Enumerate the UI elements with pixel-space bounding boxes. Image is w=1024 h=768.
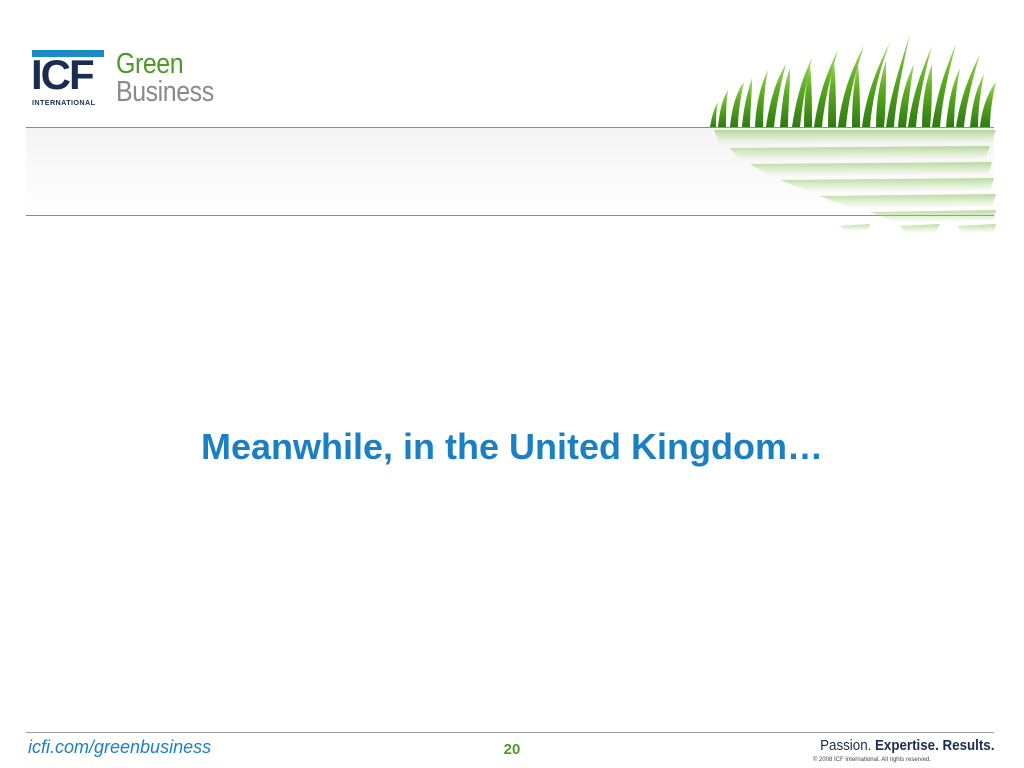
- logo-icf-text: ICF: [31, 51, 95, 98]
- grass-image: [710, 34, 996, 233]
- grass-reflection: [714, 130, 996, 233]
- logo-international-text: INTERNATIONAL: [32, 98, 96, 107]
- copyright-notice: © 2008 ICF International. All rights res…: [812, 757, 931, 763]
- tagline-passion: Passion.: [819, 738, 871, 754]
- footer-divider: [26, 732, 994, 733]
- logo-word-business: Business: [116, 76, 214, 108]
- footer-tagline: Passion. Expertise. Results.: [820, 738, 994, 754]
- icf-green-business-logo: ICF INTERNATIONAL Green Business: [31, 50, 222, 112]
- page-number: 20: [503, 741, 521, 758]
- tagline-results: Results.: [942, 738, 994, 754]
- slide: ICF INTERNATIONAL Green Business Meanwhi…: [0, 0, 1024, 768]
- slide-title: Meanwhile, in the United Kingdom…: [200, 426, 823, 467]
- icf-logo-mark: ICF INTERNATIONAL: [31, 50, 106, 112]
- tagline-expertise: Expertise.: [874, 738, 939, 754]
- grass-blades: [710, 34, 996, 127]
- footer-website-link[interactable]: icfi.com/greenbusiness: [28, 737, 211, 758]
- logo-wordmark: Green Business: [116, 48, 230, 108]
- logo-word-green: Green: [116, 48, 184, 80]
